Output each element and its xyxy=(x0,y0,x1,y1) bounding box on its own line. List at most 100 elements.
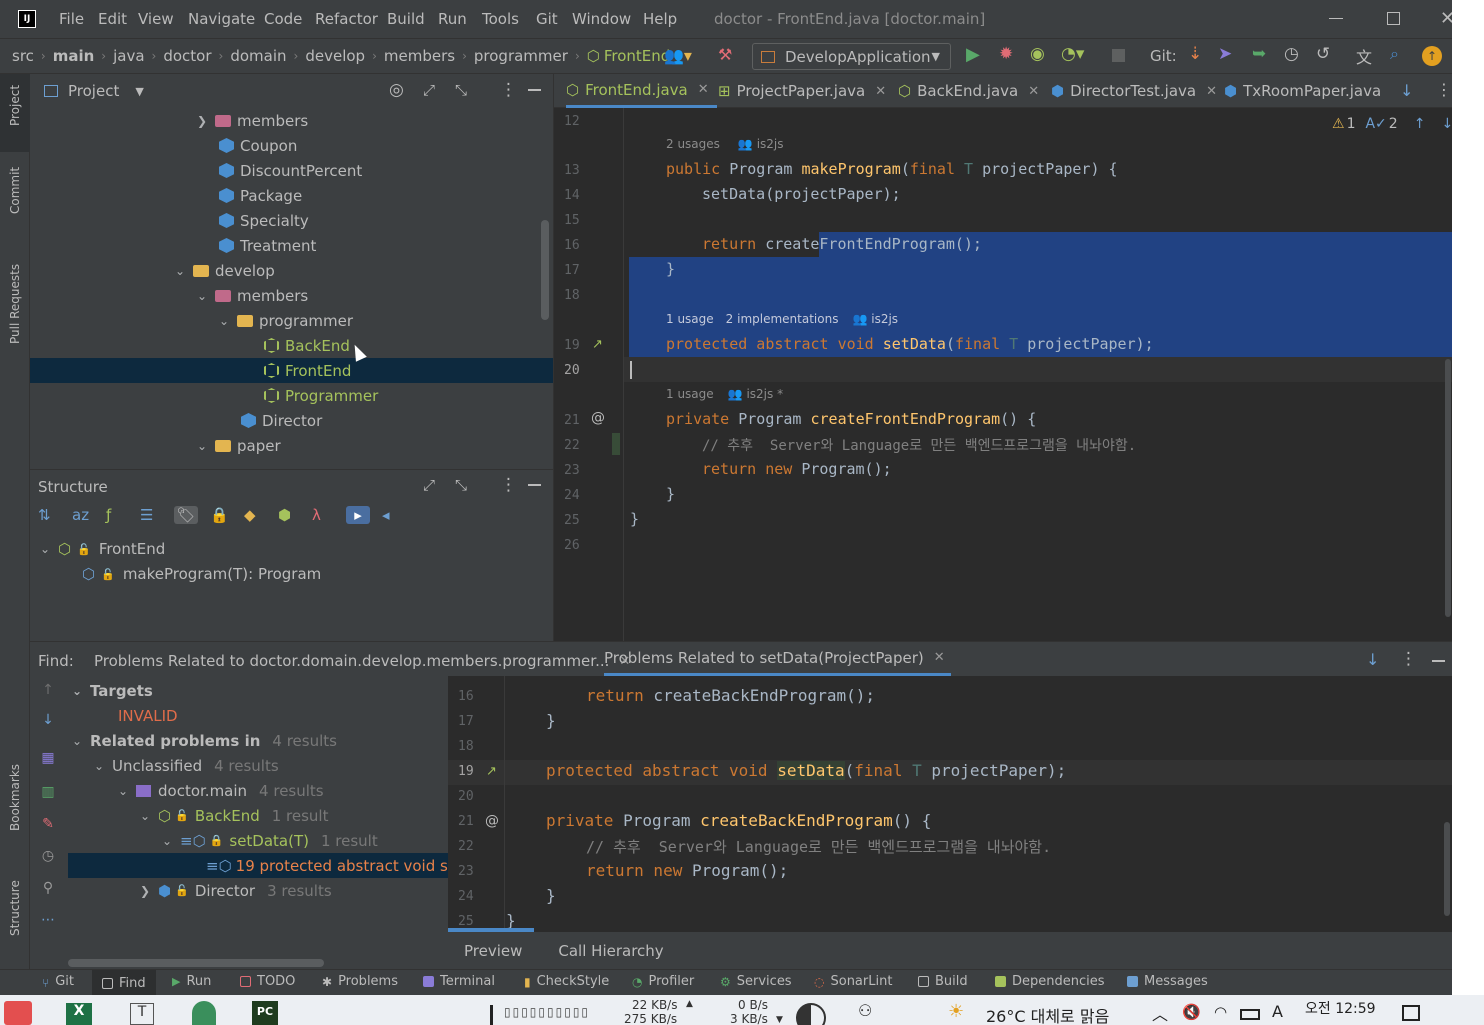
crumb-develop[interactable]: develop xyxy=(305,47,365,65)
code-line[interactable]: } xyxy=(666,485,675,503)
tab-options-icon[interactable]: ⋮ xyxy=(1436,80,1452,99)
hammer-icon[interactable]: ⚒ xyxy=(718,45,732,64)
options-icon[interactable]: ⋮ xyxy=(500,475,517,495)
menu-run[interactable]: Run xyxy=(438,10,467,28)
menu-help[interactable]: Help xyxy=(643,10,677,28)
crumb-src[interactable]: src xyxy=(12,47,34,65)
code-line[interactable]: return new Program(); xyxy=(586,861,788,880)
tool-git[interactable]: ⑂ Git xyxy=(42,974,74,990)
tree-method[interactable]: ⌄ ≡⬡ 🔒 setData(T) 1 result xyxy=(160,828,378,853)
stop-icon[interactable] xyxy=(1112,49,1125,62)
crumb-doctor[interactable]: doctor xyxy=(163,47,211,65)
tool-messages[interactable]: Messages xyxy=(1127,974,1208,989)
menu-refactor[interactable]: Refactor xyxy=(315,10,378,28)
weather-icon[interactable]: ☀ xyxy=(948,1001,964,1022)
tree-node-director[interactable]: Director xyxy=(241,408,322,433)
tab-preview[interactable]: Preview xyxy=(464,942,522,960)
usages-hint[interactable]: 2 usages xyxy=(666,137,720,151)
close-icon[interactable]: ✕ xyxy=(1440,8,1452,29)
rollback-icon[interactable]: ↺ xyxy=(1316,44,1330,64)
next-highlight-icon[interactable]: ↓ xyxy=(1441,116,1452,132)
hide-panel-icon[interactable] xyxy=(528,89,541,91)
collapse-all-icon[interactable]: ⤡ xyxy=(455,81,467,99)
tree-node-develop[interactable]: ⌄ develop xyxy=(173,258,275,283)
tool-dependencies[interactable]: Dependencies xyxy=(995,974,1105,989)
coverage-icon[interactable]: ◉ xyxy=(1030,44,1045,64)
tree-node-package[interactable]: Package xyxy=(219,183,302,208)
autoscroll-icon[interactable]: ◂ xyxy=(382,506,404,524)
hide-panel-icon[interactable] xyxy=(1432,660,1445,662)
stripe-bookmarks[interactable]: Bookmarks xyxy=(8,764,22,831)
clock[interactable]: 오전 12:59 xyxy=(1305,998,1376,1018)
tab-frontend[interactable]: ⬡ FrontEnd.java ✕ xyxy=(566,74,717,108)
tab-backend[interactable]: ⬡ BackEnd.java ✕ xyxy=(898,74,1039,108)
debug-icon[interactable]: ✹ xyxy=(999,44,1013,64)
tool-find[interactable]: Find xyxy=(92,970,156,995)
tree-node-programmer-class[interactable]: Programmer xyxy=(264,383,378,408)
implemented-method-icon[interactable]: ↗ xyxy=(486,764,497,779)
run-icon[interactable]: ▶ xyxy=(966,44,980,65)
inlay-hint[interactable]: 1 usage 2 implementations 👥 is2js xyxy=(666,312,898,326)
sourcetree-taskbar-icon[interactable] xyxy=(192,1001,216,1025)
tab-list-icon[interactable]: ↓ xyxy=(1400,81,1413,100)
tree-invalid[interactable]: INVALID xyxy=(118,703,178,728)
history-icon[interactable]: ◷ xyxy=(1284,44,1299,64)
stripe-project[interactable]: Project xyxy=(8,85,22,126)
sort-by-visibility-icon[interactable]: ⇅ xyxy=(38,506,60,524)
close-tab-icon[interactable]: ✕ xyxy=(875,84,886,99)
project-scrollbar[interactable] xyxy=(541,220,549,320)
stripe-pull-requests[interactable]: Pull Requests xyxy=(8,264,22,344)
show-inherited-icon[interactable]: ƒ xyxy=(106,506,128,524)
search-icon[interactable]: ⌕ xyxy=(1390,44,1399,64)
structure-member[interactable]: ⬡ 🔓 makeProgram(T): Program xyxy=(82,565,321,583)
options-icon[interactable]: ⋮ xyxy=(500,80,517,100)
inlay-hint[interactable]: 2 usages 👥 is2js xyxy=(666,137,784,151)
profile-icon[interactable]: ◔▾ xyxy=(1061,44,1084,64)
close-tab-icon[interactable]: ✕ xyxy=(1028,84,1039,99)
find-tab-2[interactable]: Problems Related to setData(ProjectPaper… xyxy=(604,642,951,676)
typora-taskbar-icon[interactable]: T xyxy=(130,1003,154,1025)
annotation-icon[interactable]: @ xyxy=(591,410,605,426)
close-tab-icon[interactable]: ✕ xyxy=(934,650,945,665)
code-line[interactable]: public Program makeProgram(final T proje… xyxy=(666,160,1118,178)
preview-scrollbar[interactable] xyxy=(1444,822,1450,916)
people-icon[interactable]: ⚇ xyxy=(858,1001,872,1020)
tree-targets[interactable]: ⌄ Targets xyxy=(70,678,153,703)
tree-node-coupon[interactable]: Coupon xyxy=(219,133,297,158)
tool-build[interactable]: Build xyxy=(918,974,968,989)
crumb-members[interactable]: members xyxy=(384,47,455,65)
menu-git[interactable]: Git xyxy=(536,10,558,28)
inlay-hint[interactable]: 1 usage 👥 is2js * xyxy=(666,387,783,401)
code-line[interactable]: return createBackEndProgram(); xyxy=(586,686,875,705)
translate-icon[interactable]: 文 xyxy=(1356,44,1372,68)
tree-module[interactable]: ⌄ doctor.main 4 results xyxy=(116,778,324,803)
tree-node-treatment[interactable]: Treatment xyxy=(219,233,316,258)
tab-directortest[interactable]: ⬢ DirectorTest.java ✕ xyxy=(1051,74,1217,108)
code-line[interactable]: private Program createBackEndProgram() { xyxy=(546,811,931,830)
code-line[interactable]: } xyxy=(546,711,556,730)
merge-icon[interactable]: ▥ xyxy=(34,784,62,816)
code-line[interactable]: return new Program(); xyxy=(702,460,892,478)
expand-all-icon[interactable]: ⤢ xyxy=(423,476,435,494)
code-line[interactable]: protected abstract void setData(final T … xyxy=(666,335,1154,353)
locate-icon[interactable]: ◎ xyxy=(389,80,404,100)
tag-icon[interactable]: 🏷 xyxy=(174,506,198,524)
tree-unclassified[interactable]: ⌄ Unclassified 4 results xyxy=(92,753,279,778)
close-tab-icon[interactable]: ✕ xyxy=(698,82,709,97)
rerun-icon[interactable]: ◷ xyxy=(34,848,62,880)
hide-panel-icon[interactable] xyxy=(528,484,541,486)
tree-backend[interactable]: ⌄ ⬡ 🔓 BackEnd 1 result xyxy=(138,803,329,828)
account-icon[interactable]: 👥▾ xyxy=(664,46,692,65)
stripe-structure[interactable]: Structure xyxy=(8,880,22,936)
tree-node-backend[interactable]: BackEnd xyxy=(264,333,350,358)
annotation-icon[interactable]: @ xyxy=(485,813,499,829)
group-by-icon[interactable]: ▦ xyxy=(34,750,62,784)
chevron-up-icon[interactable]: ︿ xyxy=(1152,1001,1168,1025)
implemented-method-icon[interactable]: ↗ xyxy=(592,337,603,352)
git-push-icon[interactable]: ➥ xyxy=(1252,44,1266,64)
tool-todo[interactable]: TODO xyxy=(240,974,295,989)
code-line[interactable]: return createFrontEndProgram(); xyxy=(702,235,982,253)
tree-node-programmer[interactable]: ⌄ programmer xyxy=(217,308,353,333)
tree-director[interactable]: ❯ ⬢ 🔓 Director 3 results xyxy=(138,878,332,903)
tab-projectpaper[interactable]: ⊞ ProjectPaper.java ✕ xyxy=(718,74,886,108)
